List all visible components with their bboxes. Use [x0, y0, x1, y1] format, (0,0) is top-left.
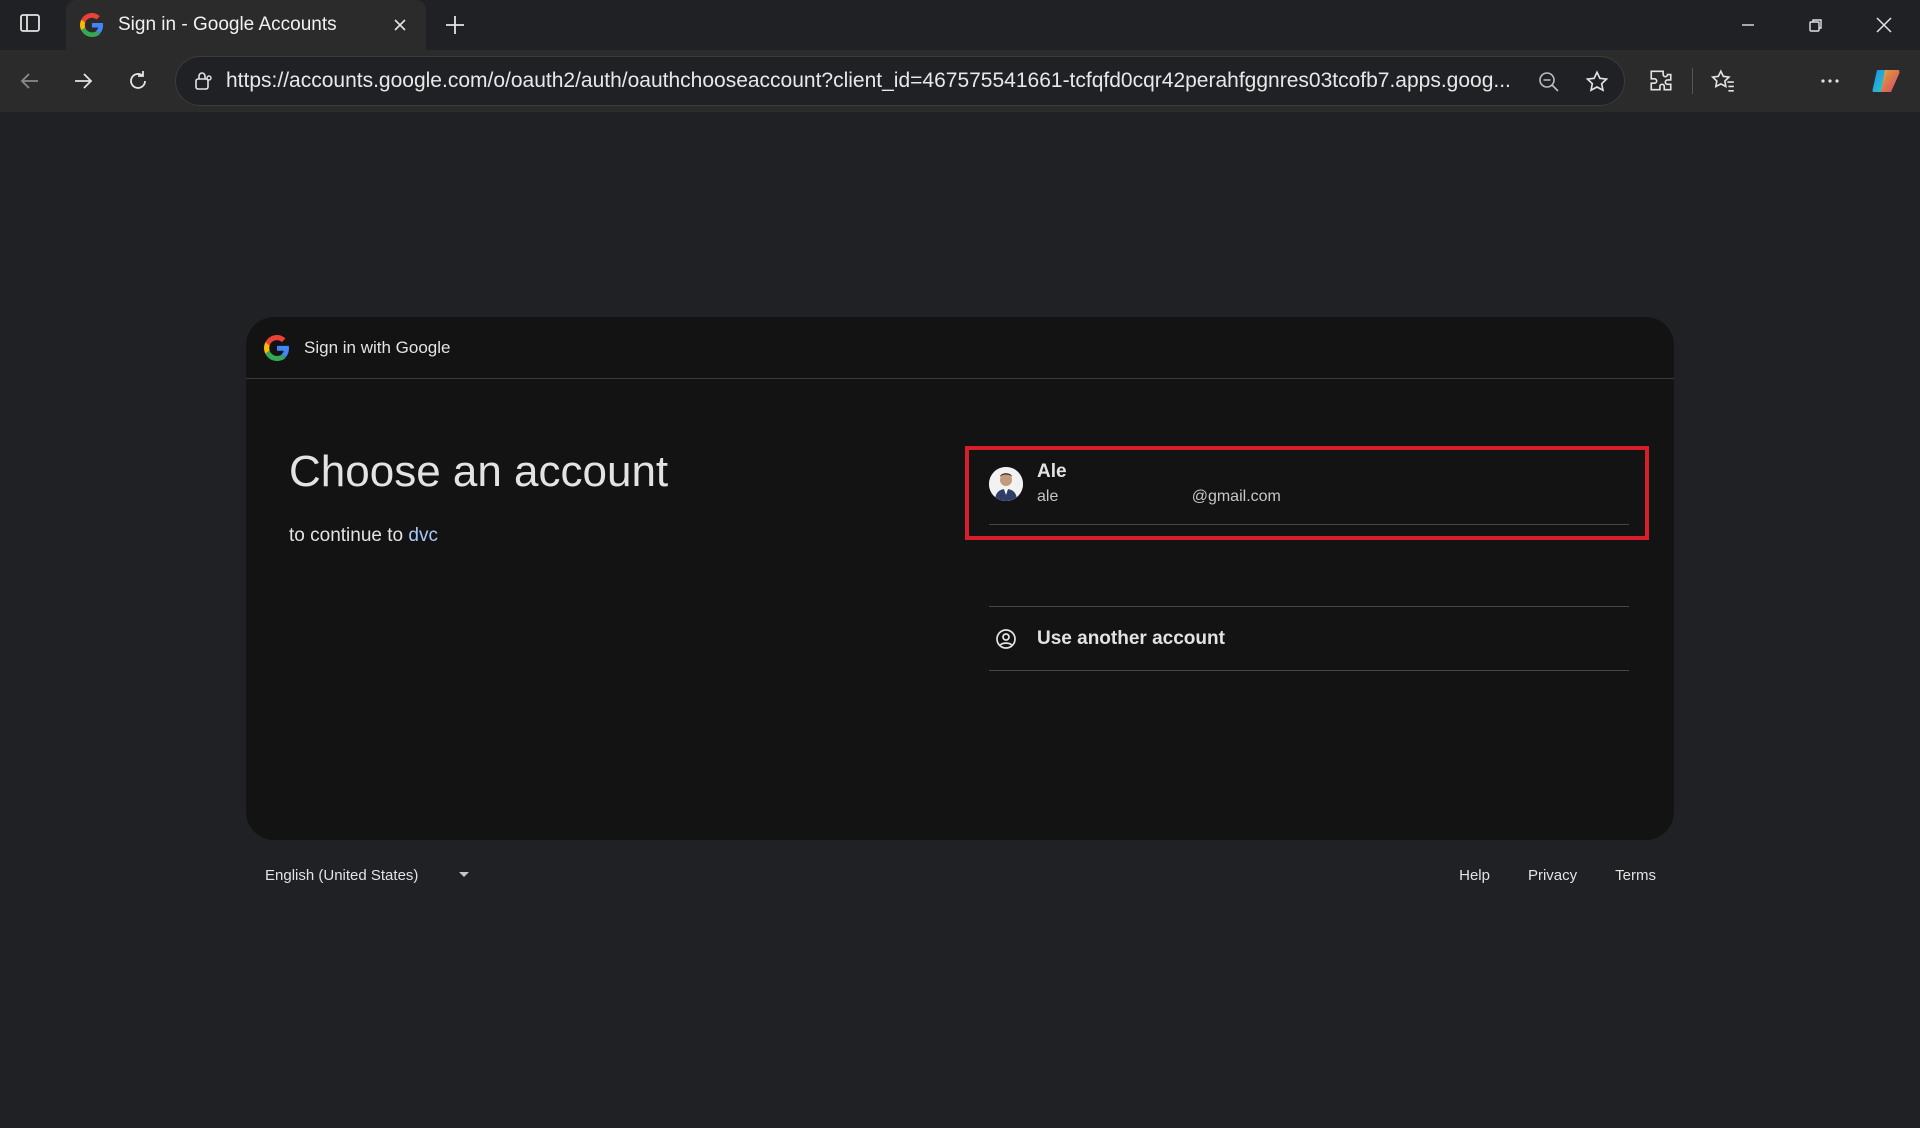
- google-logo-icon: [264, 334, 290, 361]
- more-options-icon[interactable]: [1810, 61, 1850, 101]
- account-list: Ale ale @gmail.com Use another account: [989, 443, 1629, 671]
- caret-down-icon: [458, 871, 470, 879]
- help-link[interactable]: Help: [1459, 867, 1490, 884]
- tab-title: Sign in - Google Accounts: [118, 14, 337, 35]
- forward-icon[interactable]: [63, 61, 103, 101]
- toolbar-divider: [1692, 68, 1693, 94]
- signin-card: Sign in with Google Choose an account to…: [246, 317, 1674, 840]
- browser-titlebar: Sign in - Google Accounts: [0, 0, 1920, 50]
- account-circle-icon: [989, 628, 1023, 650]
- sidebar-layout-icon: [19, 12, 41, 39]
- avatar: [989, 466, 1023, 501]
- use-another-account-button[interactable]: Use another account: [989, 607, 1629, 671]
- list-spacer: [989, 525, 1629, 607]
- minimize-icon[interactable]: [1714, 0, 1782, 50]
- site-info-icon[interactable]: [180, 70, 226, 92]
- extensions-icon[interactable]: [1641, 61, 1681, 101]
- close-tab-icon[interactable]: [388, 13, 412, 37]
- continue-prefix: to continue to: [289, 525, 409, 546]
- browser-toolbar: https://accounts.google.com/o/oauth2/aut…: [0, 50, 1920, 112]
- favorites-icon[interactable]: [1703, 61, 1743, 101]
- card-header: Sign in with Google: [246, 317, 1674, 379]
- continue-to-text: to continue to dvc: [289, 525, 438, 547]
- zoom-out-icon[interactable]: [1536, 69, 1562, 95]
- account-item[interactable]: Ale ale @gmail.com: [989, 443, 1629, 525]
- favorite-star-icon[interactable]: [1584, 69, 1610, 95]
- active-tab[interactable]: Sign in - Google Accounts: [66, 0, 426, 50]
- footer-links: Help Privacy Terms: [1459, 867, 1656, 884]
- back-icon[interactable]: [10, 61, 50, 101]
- language-label: English (United States): [265, 866, 419, 884]
- restore-icon[interactable]: [1782, 0, 1850, 50]
- language-select[interactable]: English (United States): [265, 867, 470, 884]
- card-brand-title: Sign in with Google: [304, 337, 451, 357]
- close-window-icon[interactable]: [1850, 0, 1918, 50]
- privacy-link[interactable]: Privacy: [1528, 867, 1577, 884]
- footer: English (United States) Help Privacy Ter…: [246, 860, 1674, 890]
- url-text[interactable]: https://accounts.google.com/o/oauth2/aut…: [226, 69, 1624, 93]
- new-tab-icon[interactable]: [440, 10, 470, 40]
- app-name-link[interactable]: dvc: [408, 525, 438, 546]
- account-text: Ale ale @gmail.com: [1037, 461, 1281, 506]
- tab-actions-button[interactable]: [0, 0, 60, 50]
- address-bar[interactable]: https://accounts.google.com/o/oauth2/aut…: [175, 56, 1625, 106]
- account-name: Ale: [1037, 461, 1067, 482]
- google-favicon-icon: [80, 13, 104, 37]
- account-email: ale @gmail.com: [1037, 488, 1281, 505]
- copilot-icon[interactable]: [1866, 61, 1906, 101]
- page-title: Choose an account: [289, 447, 669, 496]
- use-another-account-label: Use another account: [1037, 627, 1225, 649]
- page-viewport: Sign in with Google Choose an account to…: [6, 112, 1914, 1122]
- reload-icon[interactable]: [118, 61, 158, 101]
- terms-link[interactable]: Terms: [1615, 867, 1656, 884]
